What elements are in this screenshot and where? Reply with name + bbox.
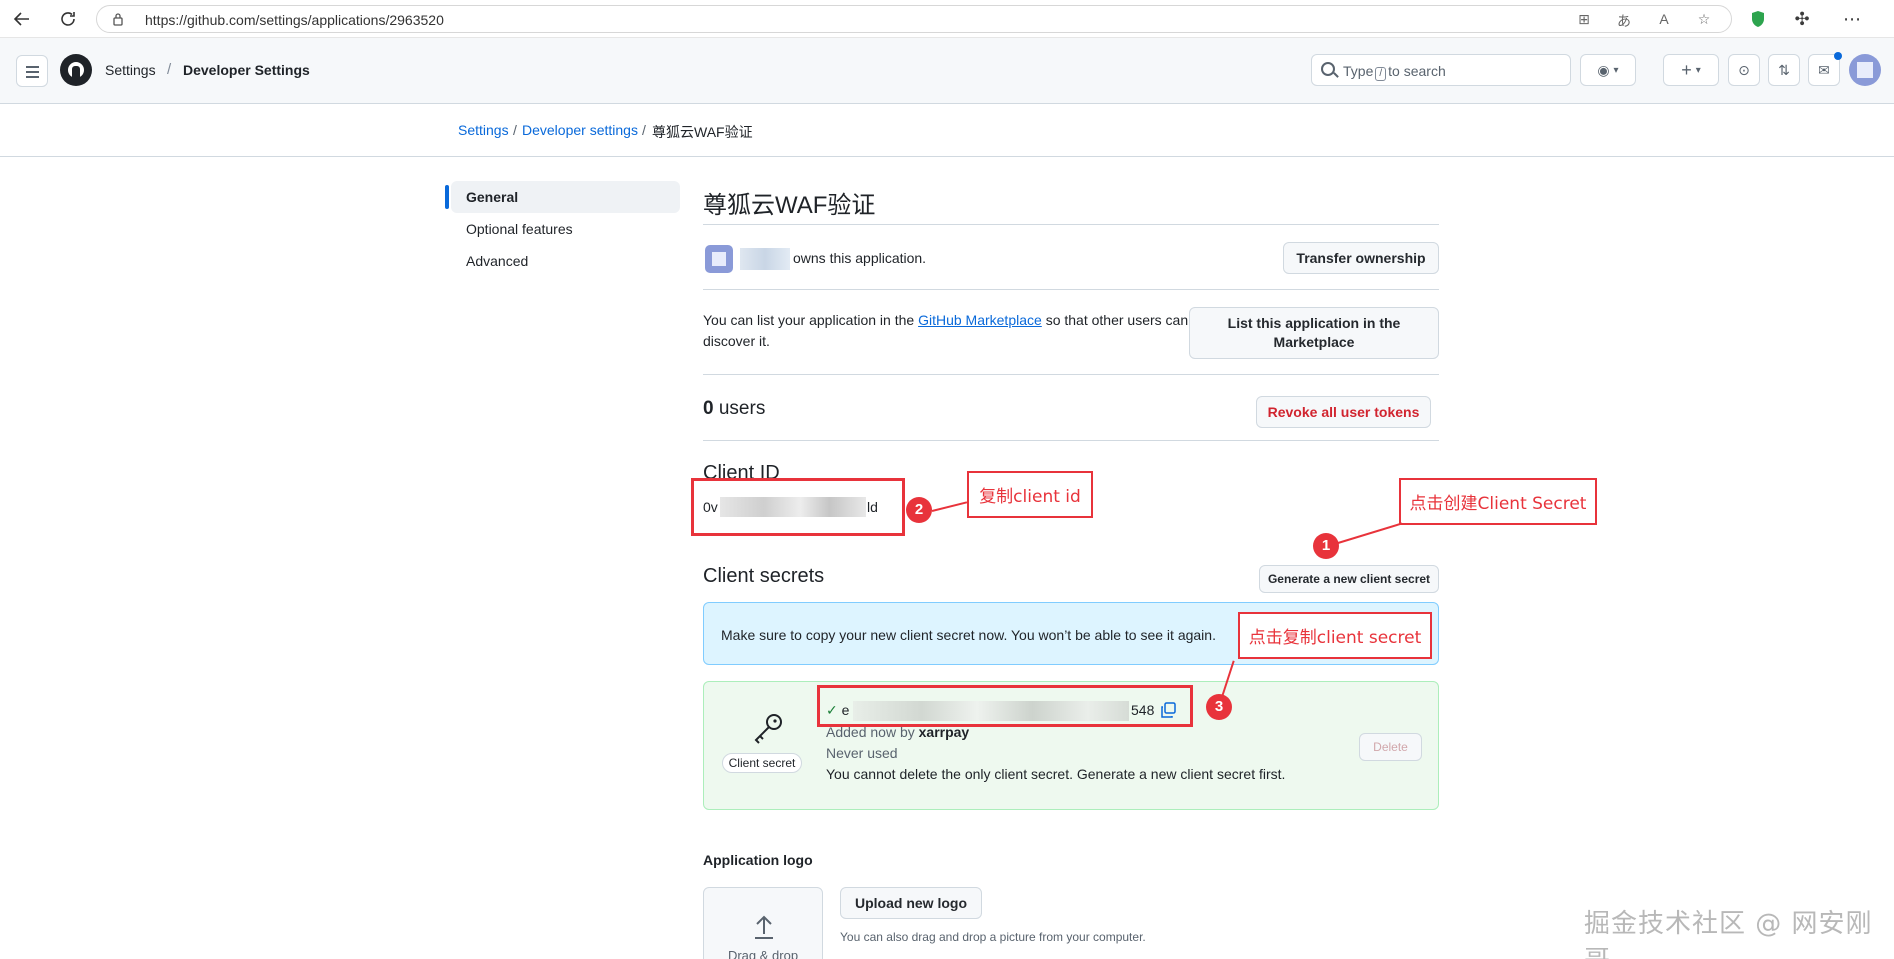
transfer-ownership-button[interactable]: Transfer ownership: [1283, 242, 1439, 274]
url-text[interactable]: https://github.com/settings/applications…: [145, 12, 444, 28]
more-options-icon[interactable]: ⋯: [1840, 7, 1864, 31]
list-in-marketplace-button[interactable]: List this application in the Marketplace: [1189, 307, 1439, 359]
client-secrets-heading: Client secrets: [703, 565, 825, 587]
read-aloud-icon[interactable]: A: [1653, 11, 1675, 29]
copilot-icon: ◉: [1597, 61, 1610, 78]
delete-secret-button[interactable]: Delete: [1359, 733, 1422, 761]
owner-name-blurred: [740, 248, 790, 270]
application-logo-heading: Application logo: [703, 852, 813, 868]
revoke-all-tokens-button[interactable]: Revoke all user tokens: [1256, 396, 1431, 428]
app-grid-icon[interactable]: ⊞: [1573, 11, 1595, 29]
header-crumb-separator: /: [167, 61, 172, 78]
flash-message: Make sure to copy your new client secret…: [721, 627, 1216, 643]
drag-drop-hint: You can also drag and drop a picture fro…: [840, 930, 1146, 944]
github-marketplace-link[interactable]: GitHub Marketplace: [918, 312, 1042, 328]
breadcrumb-current-app: 尊狐云WAF验证: [652, 124, 753, 140]
search-input[interactable]: Type / to search: [1311, 54, 1571, 86]
github-logo-icon[interactable]: [60, 54, 92, 86]
upload-logo-button[interactable]: Upload new logo: [840, 887, 982, 919]
shield-extension-icon[interactable]: [1746, 7, 1770, 31]
annotation-line-1: [1337, 522, 1403, 544]
header-crumb-settings[interactable]: Settings: [105, 62, 156, 78]
create-new-button[interactable]: + ▾: [1663, 54, 1719, 86]
watermark-text: 掘金技术社区 @ 网安刚哥: [1584, 909, 1873, 959]
favorite-star-icon[interactable]: ☆: [1693, 11, 1715, 29]
annotation-number-2: 2: [906, 497, 932, 523]
logo-drop-zone[interactable]: Drag & drop: [703, 887, 823, 959]
marketplace-description: You can list your application in the Git…: [703, 312, 1189, 349]
header-crumb-developer[interactable]: Developer Settings: [183, 62, 310, 78]
search-icon: [1321, 62, 1335, 76]
cannot-delete-text: You cannot delete the only client secret…: [826, 766, 1286, 782]
breadcrumb: Settings / Developer settings / 尊狐云WAF验证: [0, 104, 1894, 157]
search-placeholder: Type / to search: [1343, 63, 1446, 81]
annotation-copy-secret: 点击复制client secret: [1238, 612, 1432, 659]
page-title: 尊狐云WAF验证: [703, 192, 876, 219]
breadcrumb-developer-link[interactable]: Developer settings: [522, 122, 638, 138]
translate-icon[interactable]: あ: [1613, 11, 1635, 29]
pull-requests-icon[interactable]: ⇅: [1768, 54, 1800, 86]
hamburger-menu-button[interactable]: [16, 55, 48, 87]
last-used-text: Never used: [826, 745, 898, 761]
annotation-copy-client-id: 复制client id: [967, 471, 1093, 518]
users-count-heading: 0 users: [703, 398, 766, 419]
generate-client-secret-button[interactable]: Generate a new client secret: [1259, 565, 1439, 593]
divider: [703, 224, 1439, 225]
address-bar[interactable]: https://github.com/settings/applications…: [96, 5, 1732, 33]
copilot-button[interactable]: ◉ ▾: [1580, 54, 1636, 86]
owns-text: owns this application.: [793, 250, 927, 266]
sidebar-item-general[interactable]: General: [445, 181, 680, 213]
owner-avatar: [705, 245, 733, 273]
upload-arrow-icon: [752, 914, 776, 942]
annotation-number-1: 1: [1313, 533, 1339, 559]
sidebar-item-optional-features[interactable]: Optional features: [451, 213, 680, 245]
issues-icon[interactable]: ⊙: [1728, 54, 1760, 86]
divider: [703, 440, 1439, 441]
notification-dot: [1834, 52, 1842, 60]
chevron-down-icon: ▾: [1695, 64, 1701, 76]
lock-icon[interactable]: [111, 12, 125, 26]
breadcrumb-settings-link[interactable]: Settings: [458, 122, 509, 138]
divider: [703, 374, 1439, 375]
sidebar-item-advanced[interactable]: Advanced: [451, 245, 680, 277]
extensions-puzzle-icon[interactable]: ✣: [1790, 7, 1814, 31]
chevron-down-icon: ▾: [1613, 64, 1619, 76]
divider: [703, 289, 1439, 290]
annotation-line-2: [931, 501, 968, 512]
breadcrumb-separator: /: [642, 122, 646, 138]
key-icon: [748, 712, 788, 748]
user-avatar[interactable]: [1849, 54, 1881, 86]
annotation-client-secret-box: [817, 685, 1193, 727]
breadcrumb-separator: /: [513, 122, 517, 138]
github-header: Settings / Developer Settings Type / to se…: [0, 38, 1894, 104]
browser-toolbar: https://github.com/settings/applications…: [0, 0, 1894, 38]
client-secret-label: Client secret: [722, 753, 802, 773]
reload-icon[interactable]: [56, 7, 80, 31]
annotation-create-secret: 点击创建Client Secret: [1399, 478, 1597, 525]
annotation-number-3: 3: [1206, 694, 1232, 720]
plus-icon: +: [1681, 59, 1692, 80]
drop-zone-label: Drag & drop: [727, 948, 799, 959]
annotation-client-id-box: [691, 478, 905, 536]
back-arrow-icon[interactable]: [10, 7, 34, 31]
